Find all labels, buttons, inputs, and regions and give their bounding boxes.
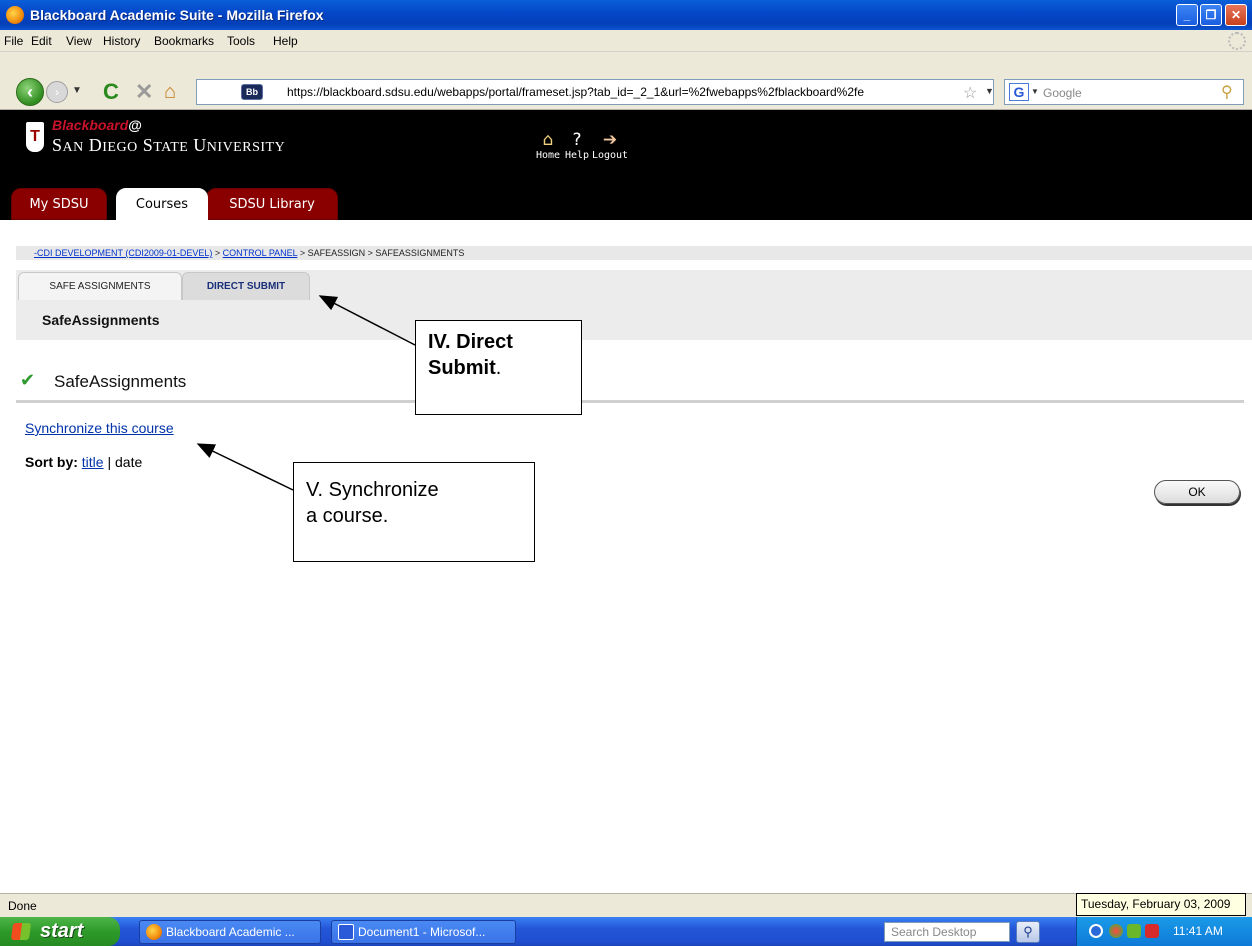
menu-tools[interactable]: Tools: [227, 34, 255, 48]
tab-safe-assignments[interactable]: SAFE ASSIGNMENTS: [18, 272, 182, 300]
sort-separator: |: [103, 454, 115, 470]
start-label: start: [40, 920, 84, 942]
blackboard-header: T Blackboard@ SAN DIEGO STATE UNIVERSITY…: [0, 110, 1252, 220]
start-button[interactable]: start: [0, 917, 120, 946]
university-name: SAN DIEGO STATE UNIVERSITY: [52, 135, 286, 155]
breadcrumb-separator: >: [297, 248, 308, 258]
search-input[interactable]: Google: [1043, 86, 1082, 100]
sort-by-date[interactable]: date: [115, 454, 142, 470]
throbber-icon: [1228, 32, 1246, 50]
url-bar[interactable]: Bb https://blackboard.sdsu.edu/webapps/p…: [196, 79, 994, 105]
callout-direct-submit: IV. Direct Submit.: [415, 320, 582, 415]
taskbar-item-firefox[interactable]: Blackboard Academic ...: [139, 920, 321, 944]
search-engine-dropdown-icon[interactable]: ▼: [1031, 87, 1039, 96]
logout-icon: ➔: [602, 130, 618, 150]
site-favicon: Bb: [241, 84, 263, 100]
callout-synchronize: V. Synchronize a course.: [293, 462, 535, 562]
windows-logo-icon: [10, 923, 32, 940]
reload-icon[interactable]: C: [103, 78, 119, 106]
desktop-search-input[interactable]: Search Desktop: [884, 922, 1010, 942]
brand-at: @: [128, 117, 142, 133]
sdsu-shield-icon: T: [26, 122, 44, 152]
desktop-search-icon[interactable]: ⚲: [1016, 921, 1040, 943]
tab-direct-submit[interactable]: DIRECT SUBMIT: [182, 272, 310, 300]
url-dropdown-icon[interactable]: ▼: [985, 86, 994, 96]
menu-help[interactable]: Help: [273, 34, 298, 48]
antivirus-tray-icon[interactable]: [1145, 924, 1159, 938]
breadcrumb-current: SAFEASSIGNMENTS: [375, 248, 465, 258]
status-text: Done: [8, 899, 37, 913]
taskbar-item-label: Document1 - Microsof...: [358, 925, 486, 939]
maximize-button[interactable]: ❐: [1200, 4, 1222, 26]
synchronize-course-link[interactable]: Synchronize this course: [25, 420, 174, 436]
back-button[interactable]: ‹: [16, 78, 44, 106]
tab-my-sdsu[interactable]: My SDSU: [11, 188, 107, 220]
status-bar: Done: [0, 893, 1252, 917]
tab-courses[interactable]: Courses: [116, 188, 208, 220]
menu-edit[interactable]: Edit: [31, 34, 52, 48]
top-logout-link[interactable]: ➔ Logout: [588, 130, 632, 161]
date-tooltip: Tuesday, February 03, 2009: [1076, 893, 1246, 916]
search-bar[interactable]: G ▼ Google ⚲: [1004, 79, 1244, 105]
chrome-tray-icon[interactable]: [1109, 924, 1123, 938]
callout-direct-period: .: [495, 357, 502, 379]
breadcrumb-course[interactable]: -CDI DEVELOPMENT (CDI2009-01-DEVEL): [34, 248, 212, 258]
taskbar-item-label: Blackboard Academic ...: [166, 925, 295, 939]
navigation-toolbar: ‹ › ▼ C ✕ ⌂ Bb https://blackboard.sdsu.e…: [0, 52, 1252, 110]
menu-bookmarks[interactable]: Bookmarks: [154, 34, 214, 48]
bookmark-star-icon[interactable]: ☆: [963, 83, 977, 103]
breadcrumb-separator: >: [212, 248, 223, 258]
checkmark-icon: ✔: [20, 370, 36, 390]
network-tray-icon[interactable]: [1127, 924, 1141, 938]
callout-direct-line2: Submit: [428, 357, 496, 379]
clock[interactable]: 11:41 AM: [1173, 924, 1223, 938]
system-tray: 11:41 AM: [1076, 917, 1252, 946]
home-icon[interactable]: ⌂: [164, 78, 176, 106]
top-logout-label: Logout: [591, 150, 629, 161]
ok-button[interactable]: OK: [1154, 480, 1240, 504]
search-icon[interactable]: ⚲: [1221, 82, 1233, 102]
home-icon: ⌂: [542, 130, 554, 150]
brand-text: Blackboard: [52, 117, 129, 133]
top-help-label: Help: [564, 150, 590, 161]
menu-view[interactable]: View: [66, 34, 92, 48]
arrow-to-synchronize: [196, 443, 294, 491]
menu-bar: File Edit View History Bookmarks Tools H…: [0, 30, 1252, 52]
section-divider: [16, 400, 1244, 403]
breadcrumb-separator: >: [365, 248, 376, 258]
history-dropdown-icon[interactable]: ▼: [72, 85, 82, 96]
minimize-button[interactable]: _: [1176, 4, 1198, 26]
tab-sdsu-library[interactable]: SDSU Library: [206, 188, 338, 220]
close-button[interactable]: ✕: [1225, 4, 1247, 26]
callout-sync-line2: a course.: [306, 505, 389, 527]
word-document-icon: [338, 924, 354, 940]
sort-label: Sort by:: [25, 454, 78, 470]
search-tray-icon[interactable]: [1089, 924, 1103, 938]
panel-heading: SafeAssignments: [42, 312, 160, 328]
window-title: Blackboard Academic Suite - Mozilla Fire…: [30, 7, 324, 23]
google-engine-icon[interactable]: G: [1009, 83, 1029, 101]
taskbar-item-word[interactable]: Document1 - Microsof...: [331, 920, 516, 944]
url-text[interactable]: https://blackboard.sdsu.edu/webapps/port…: [287, 85, 864, 99]
window-titlebar: Blackboard Academic Suite - Mozilla Fire…: [0, 0, 1252, 30]
stop-icon[interactable]: ✕: [135, 78, 153, 106]
top-home-label: Home: [535, 150, 561, 161]
firefox-icon: [6, 6, 24, 24]
menu-file[interactable]: File: [4, 34, 23, 48]
top-home-link[interactable]: ⌂ Home: [532, 130, 564, 161]
forward-button[interactable]: ›: [46, 81, 68, 103]
sort-by-title-link[interactable]: title: [82, 454, 104, 470]
breadcrumb-control-panel[interactable]: CONTROL PANEL: [223, 248, 298, 258]
firefox-icon: [146, 924, 162, 940]
sort-controls: Sort by: title | date: [25, 454, 142, 470]
page-title: SafeAssignments: [54, 372, 187, 391]
breadcrumb-safeassign: SAFEASSIGN: [307, 248, 366, 258]
callout-direct-line1: IV. Direct: [428, 331, 513, 353]
menu-history[interactable]: History: [103, 34, 140, 48]
breadcrumb: -CDI DEVELOPMENT (CDI2009-01-DEVEL) > CO…: [16, 246, 1252, 260]
callout-sync-line1: V. Synchronize: [306, 479, 439, 501]
brand-name: Blackboard@: [52, 117, 142, 133]
taskbar: start Blackboard Academic ... Document1 …: [0, 917, 1252, 946]
